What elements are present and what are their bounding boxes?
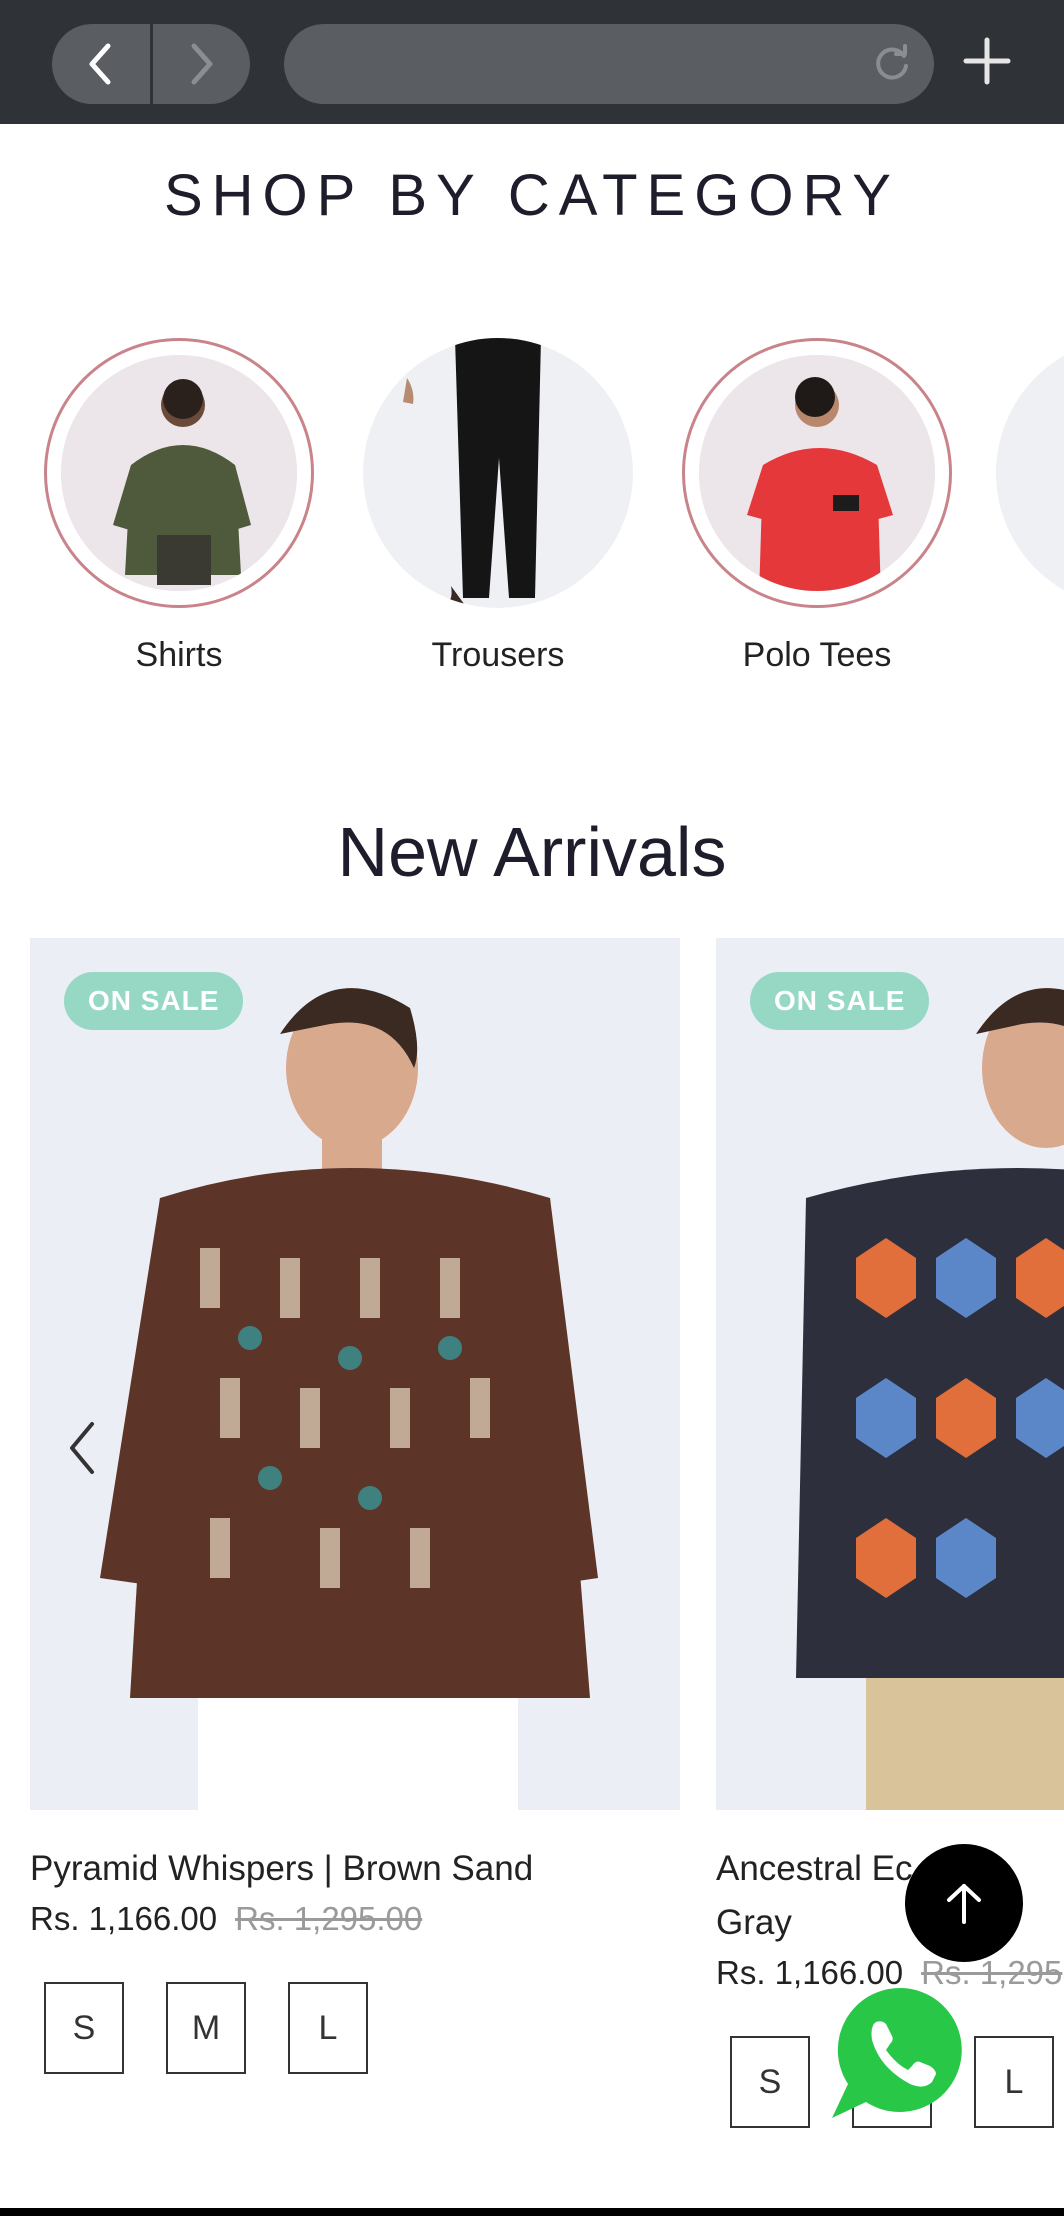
compare-price: Rs. 1,295.00 (235, 1900, 423, 1937)
size-option-s[interactable]: S (44, 1982, 124, 2074)
on-sale-badge: ON SALE (750, 972, 930, 1030)
category-image (682, 338, 952, 608)
product-card[interactable]: ON SALE Ancestral EcEm Gray Rs. 1,166.00… (716, 938, 1064, 2128)
shop-by-category-title: SHOP BY CATEGORY (163, 163, 900, 228)
address-bar[interactable] (284, 24, 934, 104)
size-option-m[interactable]: M (166, 1982, 246, 2074)
category-image (363, 338, 633, 608)
back-button[interactable] (52, 24, 150, 104)
category-label: Trousers (431, 636, 565, 674)
size-option-s[interactable]: S (730, 2036, 810, 2128)
arrow-up-icon (947, 1884, 981, 1924)
category-image (996, 338, 1064, 608)
scroll-to-top-button[interactable] (905, 1844, 1023, 1962)
new-arrivals-title: New Arrivals (337, 813, 727, 891)
forward-arrow-icon (191, 43, 213, 85)
browser-toolbar (0, 0, 1064, 124)
product-image[interactable]: ON SALE (30, 938, 680, 1810)
chevron-left-icon[interactable] (62, 1418, 102, 1478)
new-tab-plus-icon[interactable] (962, 36, 1012, 86)
category-polo-tees[interactable]: Polo Tees (678, 338, 956, 675)
bottom-edge (0, 2208, 1064, 2216)
size-option-l[interactable]: L (288, 1982, 368, 2074)
product-image[interactable]: ON SALE (716, 938, 1064, 1810)
product-name[interactable]: Pyramid Whispers | Brown Sand (30, 1842, 680, 1896)
size-option-l[interactable]: L (974, 2036, 1054, 2128)
nav-buttons (52, 24, 250, 104)
category-shirts[interactable]: Shirts (40, 338, 318, 675)
category-trousers[interactable]: Trousers (359, 338, 637, 675)
whatsapp-icon[interactable] (826, 1978, 976, 2128)
on-sale-badge: ON SALE (64, 972, 244, 1030)
price-row: Rs. 1,166.00 Rs. 1,295.00 (30, 1900, 680, 1938)
product-card[interactable]: ON SALE Pyramid Whispers | Brown Sand Rs… (30, 938, 680, 2074)
forward-button[interactable] (149, 24, 251, 104)
category-next[interactable] (996, 338, 1064, 608)
category-image (44, 338, 314, 608)
category-label: Polo Tees (742, 636, 892, 674)
reload-icon[interactable] (870, 42, 914, 86)
size-options: S M L (30, 1982, 680, 2074)
category-label: Shirts (135, 636, 223, 674)
back-arrow-icon (89, 43, 111, 85)
sale-price: Rs. 1,166.00 (30, 1900, 218, 1937)
